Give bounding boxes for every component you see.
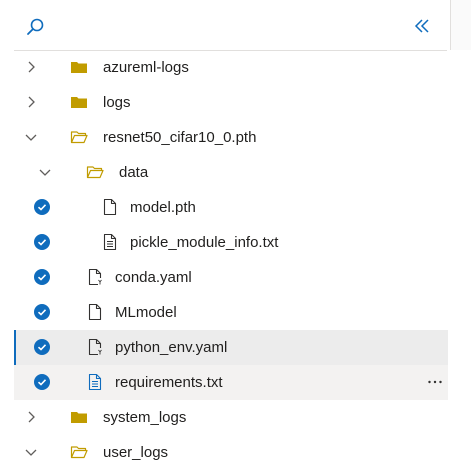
checkmark-circle-icon[interactable]: [34, 339, 50, 355]
search-icon[interactable]: [24, 16, 46, 38]
folder-open-icon: [86, 163, 104, 181]
checkmark-circle-icon[interactable]: [34, 269, 50, 285]
tree-item-label: data: [119, 164, 149, 181]
tree-item-conda-yaml[interactable]: conda.yaml: [14, 260, 448, 295]
tree-item-label: requirements.txt: [115, 374, 223, 391]
tree-item-logs[interactable]: logs: [14, 85, 448, 120]
checkmark-circle-icon[interactable]: [34, 199, 50, 215]
tree-item-label: system_logs: [103, 409, 187, 426]
file-icon: [86, 303, 104, 321]
tree-item-azureml-logs[interactable]: azureml-logs: [14, 50, 448, 85]
folder-icon: [70, 58, 88, 76]
selection-indicator: [14, 330, 16, 365]
yaml-file-icon: [86, 268, 104, 286]
folder-open-icon: [70, 128, 88, 146]
tree-item-label: MLmodel: [115, 304, 177, 321]
chevron-down-icon[interactable]: [23, 129, 39, 145]
chevron-right-icon[interactable]: [23, 59, 39, 75]
tree-item-label: python_env.yaml: [115, 339, 228, 356]
chevron-down-icon[interactable]: [23, 444, 39, 460]
chevron-right-icon[interactable]: [23, 94, 39, 110]
tree-item-label: model.pth: [130, 199, 196, 216]
tree-item-python-env-yaml[interactable]: python_env.yaml: [14, 330, 448, 365]
tree-item-system-logs[interactable]: system_logs: [14, 400, 448, 435]
tree-item-user-logs[interactable]: user_logs: [14, 435, 448, 470]
tree-item-label: user_logs: [103, 444, 169, 461]
tree-item-label: pickle_module_info.txt: [130, 234, 279, 251]
folder-icon: [70, 93, 88, 111]
more-options-icon[interactable]: [426, 373, 444, 391]
tree-item-label: resnet50_cifar10_0.pth: [103, 129, 257, 146]
explorer-toolbar: [14, 0, 447, 51]
folder-open-icon: [70, 443, 88, 461]
text-file-icon: [86, 373, 104, 391]
tree-item-label: logs: [103, 94, 131, 111]
tree-item-pickle-module-info-txt[interactable]: pickle_module_info.txt: [14, 225, 448, 260]
file-icon: [101, 198, 119, 216]
tree-item-model-pth[interactable]: model.pth: [14, 190, 448, 225]
tree-item-data[interactable]: data: [14, 155, 448, 190]
tree-item-label: conda.yaml: [115, 269, 192, 286]
tree-item-mlmodel[interactable]: MLmodel: [14, 295, 448, 330]
checkmark-circle-icon[interactable]: [34, 304, 50, 320]
tree-item-requirements-txt[interactable]: requirements.txt: [14, 365, 448, 400]
checkmark-circle-icon[interactable]: [34, 234, 50, 250]
chevron-down-icon[interactable]: [37, 164, 53, 180]
tree-item-resnet50-cifar10-0-pth[interactable]: resnet50_cifar10_0.pth: [14, 120, 448, 155]
text-file-icon: [101, 233, 119, 251]
yaml-file-icon: [86, 338, 104, 356]
folder-icon: [70, 408, 88, 426]
tree-item-label: azureml-logs: [103, 59, 189, 76]
chevron-right-icon[interactable]: [23, 409, 39, 425]
checkmark-circle-icon[interactable]: [34, 374, 50, 390]
side-panel-edge: [450, 0, 471, 50]
double-chevron-left-icon[interactable]: [412, 15, 434, 37]
